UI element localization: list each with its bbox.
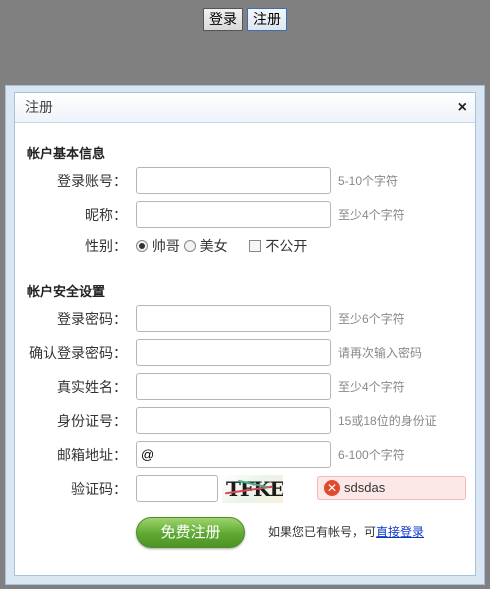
gender-female-label: 美女 bbox=[199, 238, 228, 254]
dialog-titlebar: 注册 × bbox=[15, 93, 475, 123]
real-name-input[interactable] bbox=[136, 373, 331, 400]
real-name-row: 真实姓名： 至少4个字符 bbox=[15, 373, 475, 401]
error-icon: ✕ bbox=[324, 480, 340, 496]
id-number-row: 身份证号： 15或18位的身份证 bbox=[15, 407, 475, 435]
gender-private-label: 不公开 bbox=[265, 238, 308, 254]
dialog-title: 注册 bbox=[25, 99, 53, 115]
username-hint: 5-10个字符 bbox=[338, 174, 399, 188]
email-input[interactable]: @ bbox=[136, 441, 331, 468]
id-number-hint: 15或18位的身份证 bbox=[338, 414, 437, 428]
login-tip-text: 如果您已有帐号，可 bbox=[268, 525, 377, 539]
direct-login-link[interactable]: 直接登录 bbox=[376, 525, 424, 539]
captcha-label: 验证码： bbox=[71, 481, 127, 497]
login-tip: 如果您已有帐号，可直接登录 bbox=[268, 517, 424, 548]
captcha-error-text: sdsdas bbox=[344, 480, 386, 495]
confirm-password-row: 确认登录密码： 请再次输入密码 bbox=[15, 339, 475, 367]
username-input[interactable] bbox=[136, 167, 331, 194]
submit-row: 免费注册 如果您已有帐号，可直接登录 bbox=[15, 517, 475, 548]
password-label: 登录密码： bbox=[57, 311, 127, 327]
gender-female-radio[interactable] bbox=[183, 240, 196, 252]
free-register-button[interactable]: 免费注册 bbox=[136, 517, 245, 548]
dialog-body: 注册 × 帐户基本信息 登录账号： 5-10个字符 昵称： 至少4个字符 性别：… bbox=[14, 92, 476, 576]
captcha-input[interactable] bbox=[136, 475, 218, 502]
security-section-title: 帐户安全设置 bbox=[27, 284, 106, 299]
gender-options: 帅哥 美女 不公开 bbox=[136, 232, 307, 260]
gender-private-checkbox[interactable] bbox=[249, 240, 262, 252]
gender-male-radio[interactable] bbox=[136, 240, 148, 252]
confirm-password-label: 确认登录密码： bbox=[29, 345, 127, 361]
password-hint: 至少6个字符 bbox=[338, 312, 405, 326]
nickname-hint: 至少4个字符 bbox=[338, 208, 405, 222]
gender-male-label: 帅哥 bbox=[151, 238, 180, 254]
username-row: 登录账号： 5-10个字符 bbox=[15, 167, 475, 195]
real-name-hint: 至少4个字符 bbox=[338, 380, 405, 394]
account-section-title: 帐户基本信息 bbox=[27, 146, 106, 161]
login-button[interactable]: 登录 bbox=[203, 8, 243, 31]
register-dialog: 注册 × 帐户基本信息 登录账号： 5-10个字符 昵称： 至少4个字符 性别：… bbox=[5, 85, 485, 585]
real-name-label: 真实姓名： bbox=[57, 379, 127, 395]
close-icon[interactable]: × bbox=[458, 93, 467, 122]
captcha-row: 验证码： TFKE ✕ sdsdas bbox=[15, 475, 475, 503]
confirm-password-input[interactable] bbox=[136, 339, 331, 366]
register-button[interactable]: 注册 bbox=[247, 8, 287, 31]
nickname-input[interactable] bbox=[136, 201, 331, 228]
id-number-input[interactable] bbox=[136, 407, 331, 434]
password-input[interactable] bbox=[136, 305, 331, 332]
nickname-label: 昵称： bbox=[85, 207, 127, 223]
captcha-image[interactable]: TFKE bbox=[222, 475, 283, 503]
id-number-label: 身份证号： bbox=[57, 413, 127, 429]
captcha-error-box: ✕ sdsdas bbox=[317, 476, 466, 500]
gender-label: 性别： bbox=[85, 238, 127, 254]
email-label: 邮箱地址： bbox=[57, 447, 127, 463]
top-bar: 登录 注册 bbox=[0, 8, 490, 31]
confirm-password-hint: 请再次输入密码 bbox=[338, 346, 423, 360]
password-row: 登录密码： 至少6个字符 bbox=[15, 305, 475, 333]
email-hint: 6-100个字符 bbox=[338, 448, 405, 462]
email-row: 邮箱地址： @ 6-100个字符 bbox=[15, 441, 475, 469]
gender-row: 性别： 帅哥 美女 不公开 bbox=[15, 232, 475, 260]
username-label: 登录账号： bbox=[57, 173, 127, 189]
nickname-row: 昵称： 至少4个字符 bbox=[15, 201, 475, 229]
